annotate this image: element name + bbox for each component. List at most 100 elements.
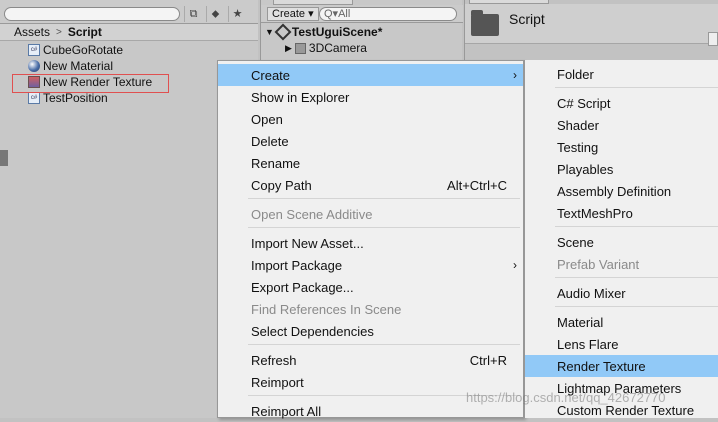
- menu-item-label: Select Dependencies: [251, 323, 374, 339]
- asset-label: TestPosition: [43, 91, 108, 105]
- expand-arrow-icon[interactable]: ▶: [285, 43, 292, 54]
- menu-item-label: Reimport All: [251, 403, 322, 419]
- menu-item-show-in-explorer[interactable]: Show in Explorer: [218, 86, 523, 108]
- menu-item-label: Rename: [251, 155, 301, 171]
- chevron-right-icon: ›: [513, 258, 517, 272]
- menu-item-label: Audio Mixer: [557, 285, 626, 301]
- submenu-item-audio-mixer[interactable]: Audio Mixer: [525, 282, 718, 304]
- menu-item-label: Show in Explorer: [251, 89, 350, 105]
- menu-item-label: Render Texture: [557, 358, 646, 374]
- menu-item-label: Export Package...: [251, 279, 354, 295]
- submenu-item-render-texture[interactable]: Render Texture: [525, 355, 718, 377]
- project-search-input[interactable]: [4, 7, 180, 21]
- chevron-right-icon: >: [56, 26, 62, 38]
- menu-item-copy-path[interactable]: Copy Path Alt+Ctrl+C: [218, 174, 523, 196]
- menu-item-label: Playables: [557, 161, 614, 177]
- menu-item-label: Find References In Scene: [251, 301, 402, 317]
- submenu-item-lens-flare[interactable]: Lens Flare: [525, 333, 718, 355]
- menu-item-import-package[interactable]: Import Package ›: [218, 254, 523, 276]
- hierarchy-item-label: 3DCamera: [308, 41, 367, 55]
- scene-row[interactable]: ▼ TestUguiScene*: [265, 23, 383, 41]
- inspector-open-button[interactable]: [708, 32, 718, 46]
- menu-item-label: Lens Flare: [557, 336, 619, 352]
- menu-item-label: Testing: [557, 139, 599, 155]
- menu-item-label: Delete: [251, 133, 289, 149]
- csharp-script-icon: c#: [28, 92, 40, 104]
- menu-item-open-scene-additive: Open Scene Additive: [218, 203, 523, 225]
- menu-item-select-dependencies[interactable]: Select Dependencies: [218, 320, 523, 342]
- list-item[interactable]: c# CubeGoRotate: [0, 42, 258, 58]
- hierarchy-toolbar: Create ▾ Q▾All: [261, 5, 463, 23]
- menu-separator: [248, 198, 520, 199]
- menu-separator: [248, 344, 520, 345]
- menu-item-label: Scene: [557, 234, 594, 250]
- submenu-item-shader[interactable]: Shader: [525, 114, 718, 136]
- menu-separator: [555, 306, 718, 307]
- csharp-script-icon: c#: [28, 44, 40, 56]
- asset-label: New Material: [43, 59, 114, 73]
- menu-separator: [555, 226, 718, 227]
- menu-item-label: Folder: [557, 66, 594, 82]
- menu-item-label: Open Scene Additive: [251, 206, 373, 222]
- menu-item-rename[interactable]: Rename: [218, 152, 523, 174]
- hierarchy-item[interactable]: ▶ 3DCamera: [285, 40, 367, 56]
- menu-item-label: Assembly Definition: [557, 183, 672, 199]
- material-icon: [28, 60, 40, 72]
- gameobject-icon: [294, 42, 306, 54]
- submenu-item-csharp-script[interactable]: C# Script: [525, 92, 718, 114]
- submenu-item-testing[interactable]: Testing: [525, 136, 718, 158]
- menu-item-import-new-asset[interactable]: Import New Asset...: [218, 232, 523, 254]
- menu-item-label: Material: [557, 314, 604, 330]
- hierarchy-search-input[interactable]: Q▾All: [319, 7, 457, 21]
- menu-item-refresh[interactable]: Refresh Ctrl+R: [218, 349, 523, 371]
- filter-by-type-icon[interactable]: ⧉: [184, 6, 202, 22]
- submenu-item-playables[interactable]: Playables: [525, 158, 718, 180]
- menu-item-label: C# Script: [557, 95, 611, 111]
- create-dropdown-button[interactable]: Create ▾: [267, 7, 319, 21]
- shortcut-label: Ctrl+R: [469, 352, 507, 368]
- submenu-item-assembly-definition[interactable]: Assembly Definition: [525, 180, 718, 202]
- menu-item-export-package[interactable]: Export Package...: [218, 276, 523, 298]
- watermark: https://blog.csdn.net/qq_42672770: [466, 390, 666, 405]
- menu-item-label: Import New Asset...: [251, 235, 364, 251]
- menu-item-label: Create: [251, 67, 291, 83]
- menu-separator: [555, 277, 718, 278]
- context-menu: Create › Show in Explorer Open Delete Re…: [217, 60, 524, 419]
- menu-item-label: Open: [251, 111, 283, 127]
- scrollbar-thumb[interactable]: [0, 150, 8, 166]
- submenu-item-textmeshpro[interactable]: TextMeshPro: [525, 202, 718, 224]
- menu-separator: [248, 227, 520, 228]
- favorite-star-icon[interactable]: ★: [228, 6, 246, 22]
- inspector-title: Script: [509, 11, 545, 27]
- shortcut-label: Alt+Ctrl+C: [447, 177, 507, 193]
- unity-scene-icon: [274, 23, 292, 41]
- menu-item-label: Import Package: [251, 257, 343, 273]
- menu-item-create[interactable]: Create ›: [218, 64, 523, 86]
- inspector-header: Script: [465, 4, 718, 44]
- create-submenu: Folder C# Script Shader Testing Playable…: [524, 60, 718, 418]
- menu-item-find-references: Find References In Scene: [218, 298, 523, 320]
- menu-separator: [555, 87, 718, 88]
- breadcrumb-script[interactable]: Script: [68, 25, 102, 39]
- menu-item-label: TextMeshPro: [557, 205, 633, 221]
- project-toolbar: ⧉ ⬥ ★: [0, 0, 258, 24]
- submenu-item-folder[interactable]: Folder: [525, 63, 718, 85]
- expand-arrow-icon[interactable]: ▼: [265, 27, 274, 37]
- menu-item-delete[interactable]: Delete: [218, 130, 523, 152]
- menu-item-label: Copy Path: [251, 177, 312, 193]
- submenu-item-prefab-variant: Prefab Variant: [525, 253, 718, 275]
- menu-item-open[interactable]: Open: [218, 108, 523, 130]
- scene-name: TestUguiScene*: [291, 25, 383, 39]
- highlight-annotation: [12, 74, 169, 93]
- menu-item-label: Shader: [557, 117, 599, 133]
- filter-by-label-icon[interactable]: ⬥: [206, 6, 224, 22]
- menu-item-label: Prefab Variant: [557, 256, 640, 272]
- breadcrumb-assets[interactable]: Assets: [14, 25, 50, 39]
- submenu-item-scene[interactable]: Scene: [525, 231, 718, 253]
- submenu-item-material[interactable]: Material: [525, 311, 718, 333]
- asset-label: CubeGoRotate: [43, 43, 124, 57]
- menu-item-label: Reimport: [251, 374, 304, 390]
- folder-icon: [471, 10, 499, 36]
- chevron-right-icon: ›: [513, 68, 517, 82]
- breadcrumb: Assets > Script: [0, 24, 258, 41]
